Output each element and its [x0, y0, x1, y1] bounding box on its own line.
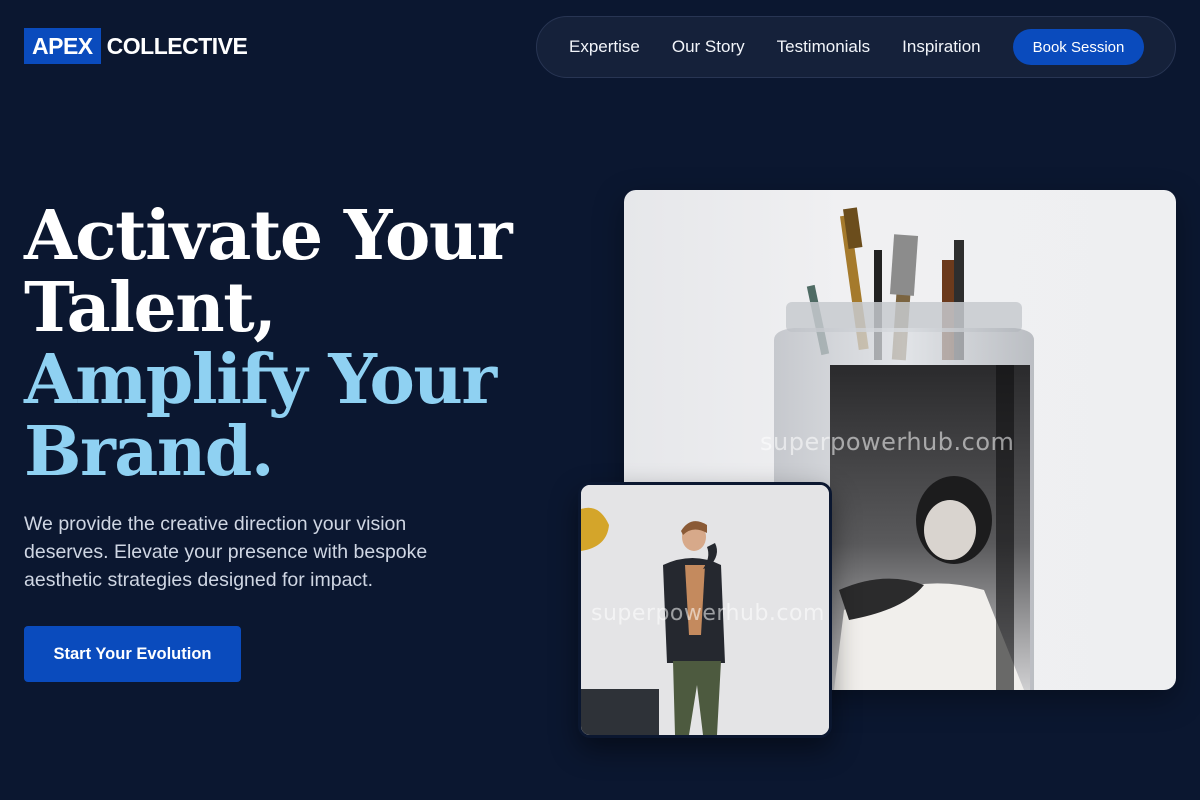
nav-link-expertise[interactable]: Expertise	[569, 37, 640, 57]
headline-line-2: Talent,	[24, 268, 277, 348]
nav-link-our-story[interactable]: Our Story	[672, 37, 745, 57]
nav-link-testimonials[interactable]: Testimonials	[777, 37, 871, 57]
hero-description: We provide the creative direction your v…	[24, 513, 428, 591]
main-image-watermark: superpowerhub.com	[760, 428, 1015, 456]
headline-line-1: Activate Your	[24, 196, 513, 276]
logo-mark: APEX	[24, 28, 101, 64]
brand-logo[interactable]: APEX COLLECTIVE	[24, 28, 248, 64]
logo-wordmark: COLLECTIVE	[106, 32, 248, 59]
start-evolution-button[interactable]: Start Your Evolution	[24, 626, 241, 682]
main-nav: Expertise Our Story Testimonials Inspira…	[536, 16, 1176, 78]
hero-headline: Activate Your Talent, Amplify Your Brand…	[24, 200, 544, 488]
book-session-button[interactable]: Book Session	[1012, 29, 1145, 65]
headline-line-4: Brand.	[24, 412, 275, 492]
headline-line-3: Amplify Your	[24, 340, 497, 420]
small-image-watermark: superpowerhub.com	[591, 601, 825, 626]
nav-link-inspiration[interactable]: Inspiration	[902, 37, 980, 57]
hero-image-model: superpowerhub.com	[578, 482, 832, 738]
